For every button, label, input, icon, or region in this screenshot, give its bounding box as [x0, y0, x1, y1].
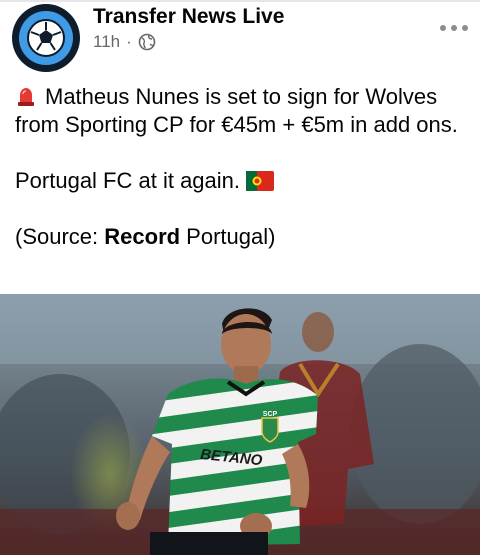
club-crest: SCP	[261, 411, 279, 443]
source-prefix: (Source:	[15, 224, 105, 249]
source-suffix: Portugal)	[180, 224, 276, 249]
more-options-icon[interactable]	[440, 18, 468, 38]
player-photo: SCP BETANO	[0, 294, 480, 555]
post-paragraph-2: Portugal FC at it again.	[15, 167, 470, 195]
police-light-icon	[18, 88, 34, 106]
page-name[interactable]: Transfer News Live	[93, 5, 284, 29]
post-meta: 11h ·	[93, 32, 156, 52]
more-dot	[451, 25, 457, 31]
meta-separator: ·	[126, 32, 132, 51]
page-avatar[interactable]	[12, 4, 80, 72]
avatar-logo-ring	[19, 11, 73, 65]
post-paragraph-3: (Source: Record Portugal)	[15, 223, 470, 251]
post-paragraph-1: Matheus Nunes is set to sign for Wolves …	[15, 83, 470, 139]
crest-text: SCP	[263, 411, 278, 418]
post-time[interactable]: 11h	[93, 32, 120, 52]
source-name: Record	[104, 224, 181, 249]
more-dot	[440, 25, 446, 31]
post-body: Matheus Nunes is set to sign for Wolves …	[15, 83, 470, 251]
post-line-1: Matheus Nunes is set to sign for Wolves …	[15, 84, 458, 137]
post-line-2: Portugal FC at it again.	[15, 168, 241, 193]
portugal-flag-icon	[246, 171, 275, 191]
globe-icon	[138, 33, 156, 51]
top-divider	[0, 0, 480, 2]
post-photo[interactable]: SCP BETANO	[0, 294, 480, 555]
more-dot	[462, 25, 468, 31]
soccer-ball-icon	[27, 19, 65, 57]
